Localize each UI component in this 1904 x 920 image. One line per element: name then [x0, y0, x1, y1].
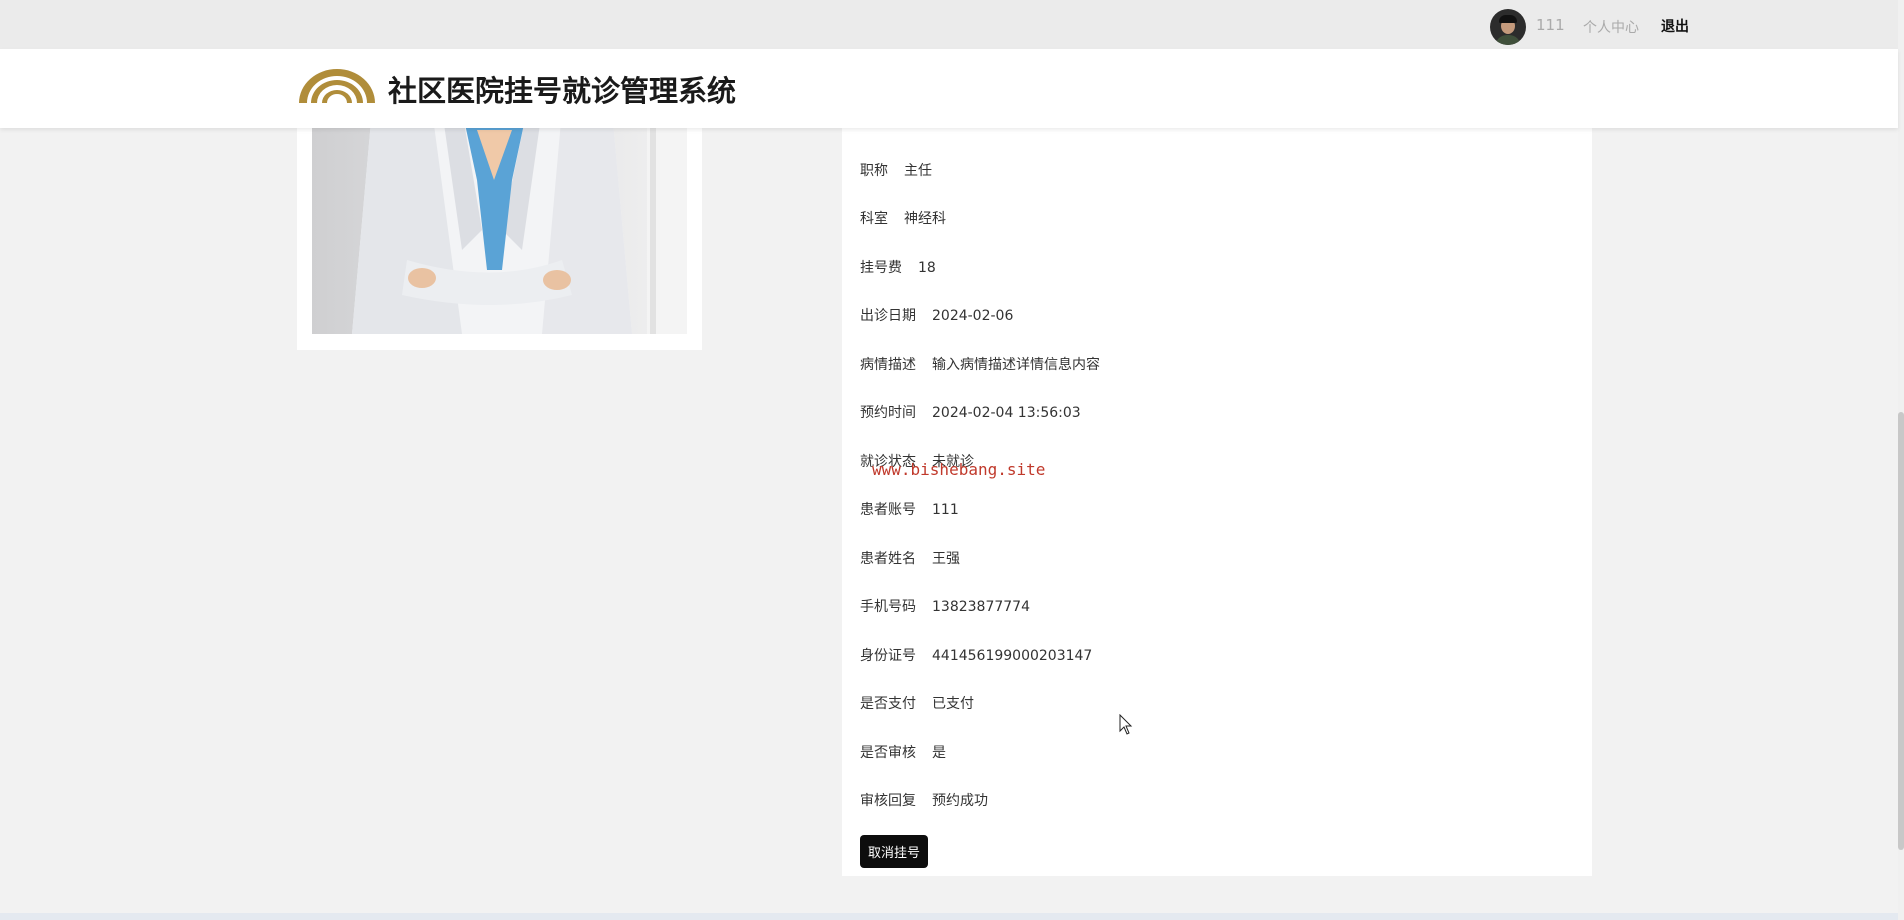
detail-value: 441456199000203147	[932, 648, 1093, 664]
detail-label: 手机号码	[860, 599, 916, 615]
mouse-cursor-icon	[1119, 714, 1133, 735]
detail-value: 是	[932, 745, 946, 761]
detail-row-department: 科室 神经科	[860, 208, 946, 228]
doctor-photo-card	[297, 100, 702, 350]
cancel-registration-button[interactable]: 取消挂号	[860, 835, 928, 868]
detail-label: 病情描述	[860, 357, 916, 373]
detail-value: 111	[932, 502, 959, 518]
detail-label: 是否审核	[860, 745, 916, 761]
detail-label: 是否支付	[860, 696, 916, 712]
detail-row-booking-time: 预约时间 2024-02-04 13:56:03	[860, 402, 1081, 422]
detail-label: 患者姓名	[860, 551, 916, 567]
detail-value: 王强	[932, 551, 960, 567]
detail-row-patient-name: 患者姓名 王强	[860, 548, 960, 568]
detail-label: 挂号费	[860, 260, 902, 276]
detail-label: 审核回复	[860, 793, 916, 809]
detail-value: 13823877774	[932, 599, 1030, 615]
detail-value: 主任	[904, 163, 932, 179]
detail-label: 科室	[860, 211, 888, 227]
detail-value: 预约成功	[932, 793, 988, 809]
detail-value: 2024-02-04 13:56:03	[932, 405, 1081, 421]
personal-center-link[interactable]: 个人中心	[1583, 17, 1639, 37]
top-user-bar: 111 个人中心 退出	[0, 0, 1904, 49]
appointment-detail-panel: 职称 主任 科室 神经科 挂号费 18 出诊日期 2024-02-06 病情描述 输入病情…	[842, 110, 1592, 876]
detail-label: 患者账号	[860, 502, 916, 518]
detail-row-reviewed: 是否审核是	[860, 742, 946, 762]
detail-label: 身份证号	[860, 648, 916, 664]
user-avatar[interactable]	[1490, 9, 1526, 45]
detail-row-patient-account: 患者账号 111	[860, 499, 959, 519]
scrollbar-thumb[interactable]	[1898, 412, 1904, 850]
watermark-text: www.bishebang.site	[872, 460, 1046, 479]
detail-label: 职称	[860, 163, 888, 179]
logout-link[interactable]: 退出	[1661, 16, 1689, 36]
site-title: 社区医院挂号就诊管理系统	[388, 74, 737, 108]
detail-label: 预约时间	[860, 405, 916, 421]
detail-value: 输入病情描述详情信息内容	[932, 357, 1100, 373]
detail-value: 已支付	[932, 696, 974, 712]
detail-row-fee: 挂号费 18	[860, 257, 936, 277]
logo-icon[interactable]	[297, 63, 377, 107]
site-header: 社区医院挂号就诊管理系统	[0, 49, 1898, 128]
detail-row-phone: 手机号码 13823877774	[860, 596, 1030, 616]
detail-row-id-number: 身份证号 441456199000203147	[860, 645, 1092, 665]
detail-row-visit-date: 出诊日期 2024-02-06	[860, 305, 1013, 325]
detail-row-title: 职称 主任	[860, 160, 932, 180]
detail-value: 2024-02-06	[932, 308, 1014, 324]
username-label: 111	[1536, 16, 1565, 34]
detail-value: 神经科	[904, 211, 946, 227]
page-scrollbar[interactable]	[1898, 0, 1904, 920]
detail-row-description: 病情描述 输入病情描述详情信息内容	[860, 354, 1100, 374]
detail-label: 出诊日期	[860, 308, 916, 324]
detail-row-review-reply: 审核回复 预约成功	[860, 790, 988, 810]
bottom-border	[0, 913, 1898, 920]
detail-value: 18	[918, 260, 936, 276]
doctor-photo	[312, 110, 687, 334]
detail-row-paid: 是否支付 已支付	[860, 693, 974, 713]
